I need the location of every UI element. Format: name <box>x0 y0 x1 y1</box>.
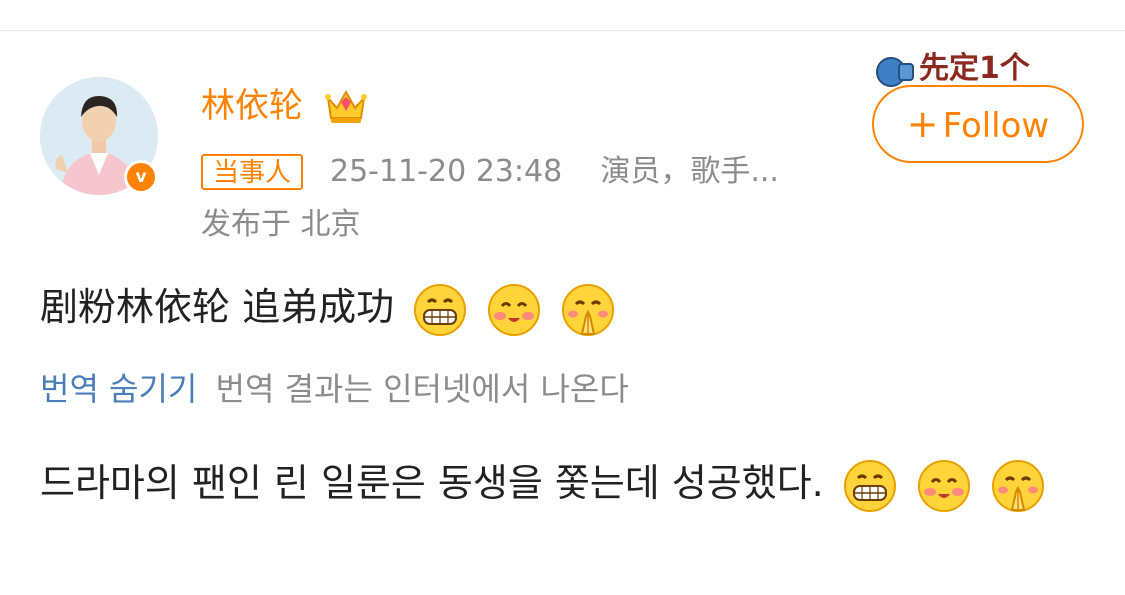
translation-row: 번역 숨기기 번역 결과는 인터넷에서 나온다 <box>40 367 629 411</box>
grin-icon <box>412 282 468 338</box>
post-text: 剧粉林依轮 追弟成功 <box>40 280 616 338</box>
crown-icon <box>324 84 368 132</box>
top-divider <box>0 30 1125 31</box>
blush-icon <box>486 282 542 338</box>
role-tag: 当事人 <box>201 154 304 190</box>
pray-icon <box>560 282 616 338</box>
blush-icon <box>916 458 972 514</box>
translated-text: 드라마의 팬인 린 일룬은 동생을 쫓는데 성공했다. <box>40 452 1100 514</box>
follow-button[interactable]: + Follow <box>872 85 1084 163</box>
plus-icon: + <box>906 102 939 146</box>
verified-badge-icon: v <box>124 160 158 194</box>
timestamp: 25-11-20 23:48 <box>330 154 563 189</box>
post-meta: 25-11-20 23:48 演员，歌手... <box>330 152 779 192</box>
post-body: 剧粉林依轮 追弟成功 <box>40 285 395 329</box>
sticker-text: 先定1个 <box>919 51 1031 86</box>
user-bio: 演员，歌手... <box>600 154 779 189</box>
post-location: 发布于 北京 <box>201 207 361 242</box>
grin-icon <box>842 458 898 514</box>
username[interactable]: 林依轮 <box>201 84 303 128</box>
translation-note: 번역 결과는 인터넷에서 나온다 <box>215 370 629 408</box>
translated-body: 드라마의 팬인 린 일룬은 동생을 쫓는데 성공했다. <box>40 461 824 505</box>
follow-label: Follow <box>942 106 1050 146</box>
pray-icon <box>990 458 1046 514</box>
hide-translation-link[interactable]: 번역 숨기기 <box>40 370 197 408</box>
